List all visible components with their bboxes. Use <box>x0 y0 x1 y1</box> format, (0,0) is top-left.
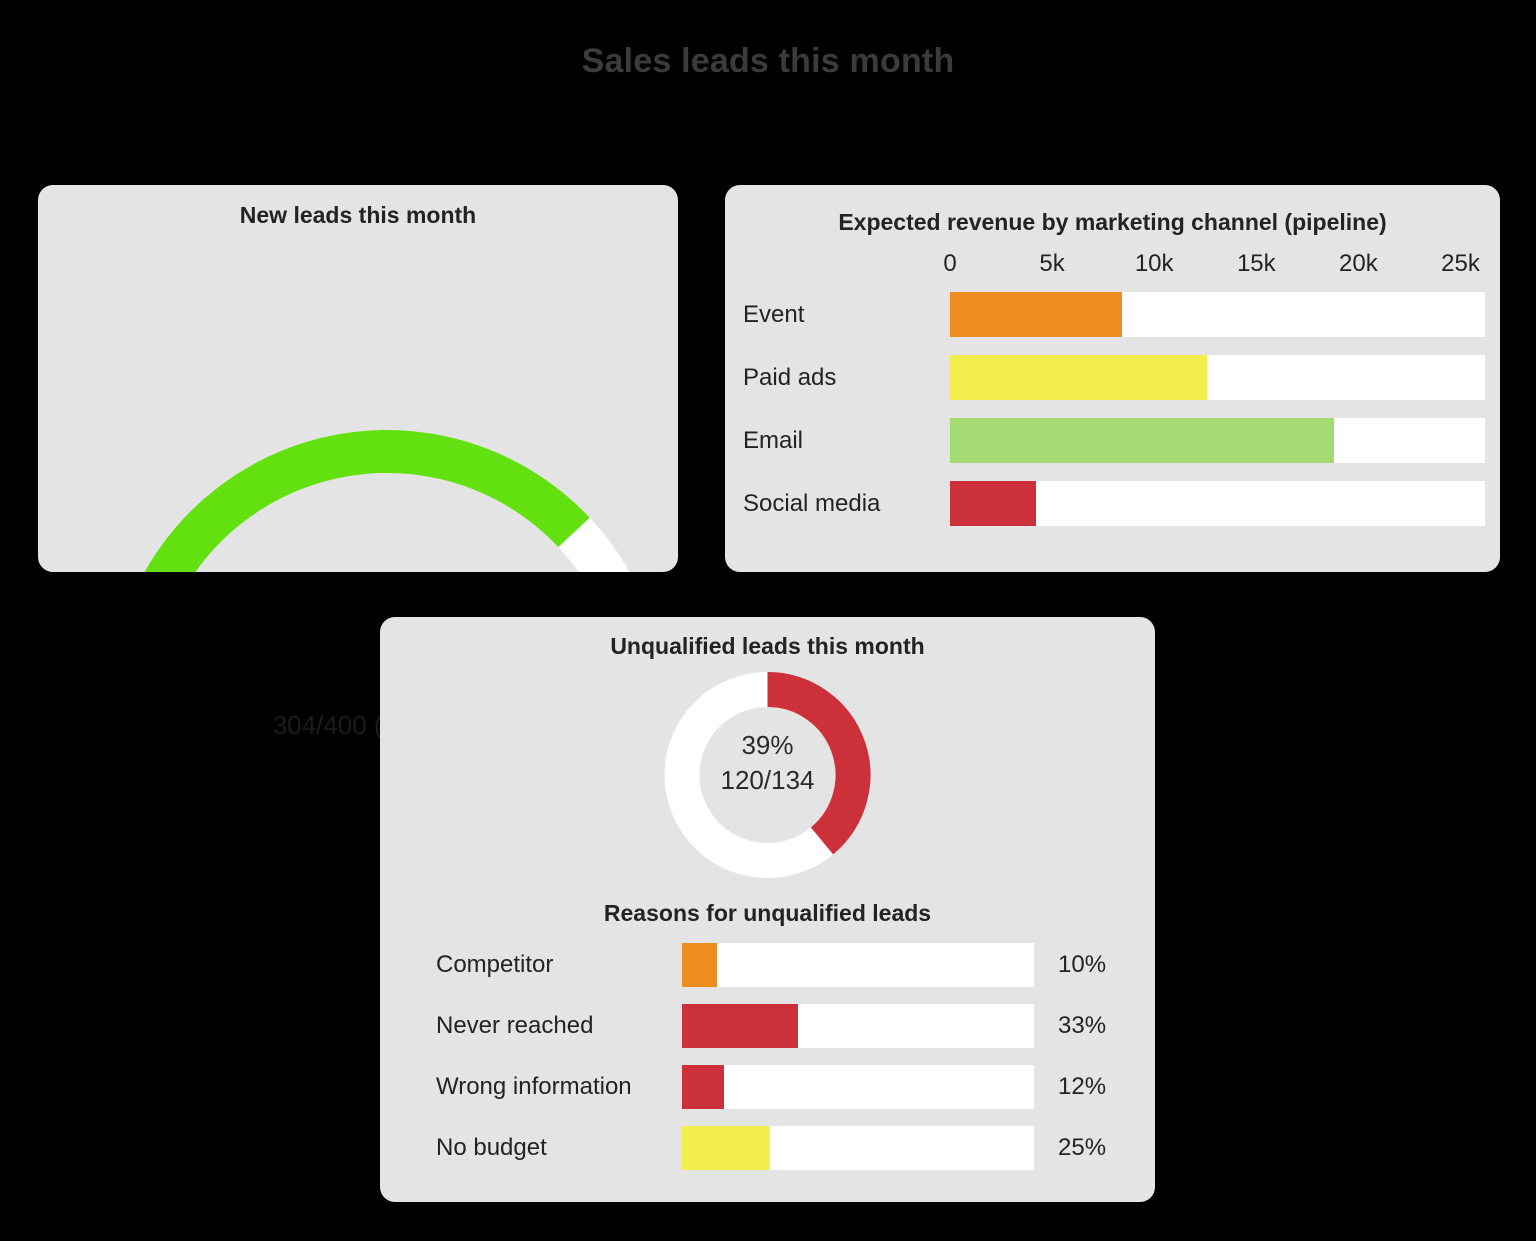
reason-bar-row: Competitor 10% <box>380 941 1155 988</box>
reasons-title: Reasons for unqualified leads <box>603 900 932 926</box>
axis-tick-label: 0 <box>943 250 957 277</box>
reason-bar-row: No budget 25% <box>380 1124 1155 1171</box>
pipeline-bar-row: Social media <box>725 479 1500 528</box>
pipeline-bar-row: Email <box>725 416 1500 465</box>
reason-bar-label: Competitor <box>436 950 554 978</box>
gauge-svg <box>109 430 665 847</box>
card-title-unqualified-leads: Unqualified leads this month <box>610 633 925 659</box>
pipeline-bar-track <box>950 292 1485 337</box>
donut-ratio: 120/134 <box>720 764 815 795</box>
pipeline-bar-track <box>950 481 1485 526</box>
pipeline-bar-row: Event <box>725 290 1500 339</box>
pipeline-bar-fill <box>950 481 1036 526</box>
pipeline-bar-track <box>950 355 1485 400</box>
reason-bar-track <box>682 1064 1034 1109</box>
donut-center-label: 39% 120/134 <box>380 728 1155 797</box>
reason-bar-value: 12% <box>1058 1072 1107 1100</box>
reason-bar-fill <box>682 1003 799 1048</box>
card-title-expected-revenue: Expected revenue by marketing channel (p… <box>838 209 1387 235</box>
donut-chart: 39% 120/134 <box>380 660 1155 890</box>
axis-tick-label: 20k <box>1339 250 1378 277</box>
pipeline-bar-fill <box>950 355 1208 400</box>
axis-tick-label: 5k <box>1039 250 1065 277</box>
pipeline-bar-fill <box>950 292 1122 337</box>
card-new-leads: New leads this month 304/400 (76%) <box>38 185 678 847</box>
card-expected-revenue: Expected revenue by marketing channel (p… <box>725 185 1500 572</box>
gauge-chart <box>38 185 678 847</box>
pipeline-x-axis: 0 5k 10k 15k 20k 25k <box>725 250 1500 282</box>
reason-bar-track <box>682 1125 1034 1170</box>
axis-tick-label: 25k <box>1441 250 1480 277</box>
pipeline-bar-list: Event Paid ads Email Social media <box>725 290 1500 528</box>
pipeline-bar-label: Social media <box>743 489 881 517</box>
reason-bar-value: 25% <box>1058 1133 1107 1161</box>
reason-bar-row: Never reached 33% <box>380 1002 1155 1049</box>
pipeline-bar-label: Email <box>743 426 804 454</box>
gauge-filled-arc <box>109 430 590 709</box>
reason-bar-label: Wrong information <box>436 1072 632 1100</box>
pipeline-bar-label: Paid ads <box>743 363 837 391</box>
reason-bar-label: No budget <box>436 1133 547 1161</box>
pipeline-bar-track <box>950 418 1485 463</box>
pipeline-bar-label: Event <box>743 300 805 328</box>
reason-bar-label: Never reached <box>436 1011 594 1039</box>
dashboard-title: Sales leads this month <box>581 42 955 80</box>
reason-bar-track <box>682 942 1034 987</box>
reason-bar-value: 10% <box>1058 950 1107 978</box>
donut-percent: 39% <box>741 730 794 760</box>
pipeline-bar-row: Paid ads <box>725 353 1500 402</box>
reason-bar-fill <box>682 1125 770 1170</box>
reason-bar-value: 33% <box>1058 1011 1107 1039</box>
pipeline-bar-fill <box>950 418 1334 463</box>
reason-bar-row: Wrong information 12% <box>380 1063 1155 1110</box>
axis-tick-label: 10k <box>1134 250 1174 277</box>
reason-bar-fill <box>682 1064 725 1109</box>
reasons-bar-list: Competitor 10% Never reached 33% Wrong infor… <box>380 941 1155 1171</box>
card-unqualified-leads: Unqualified leads this month 39% 120/134… <box>380 617 1155 1202</box>
reason-bar-track <box>682 1003 1034 1048</box>
axis-tick-label: 15k <box>1236 250 1276 277</box>
reason-bar-fill <box>682 942 718 987</box>
